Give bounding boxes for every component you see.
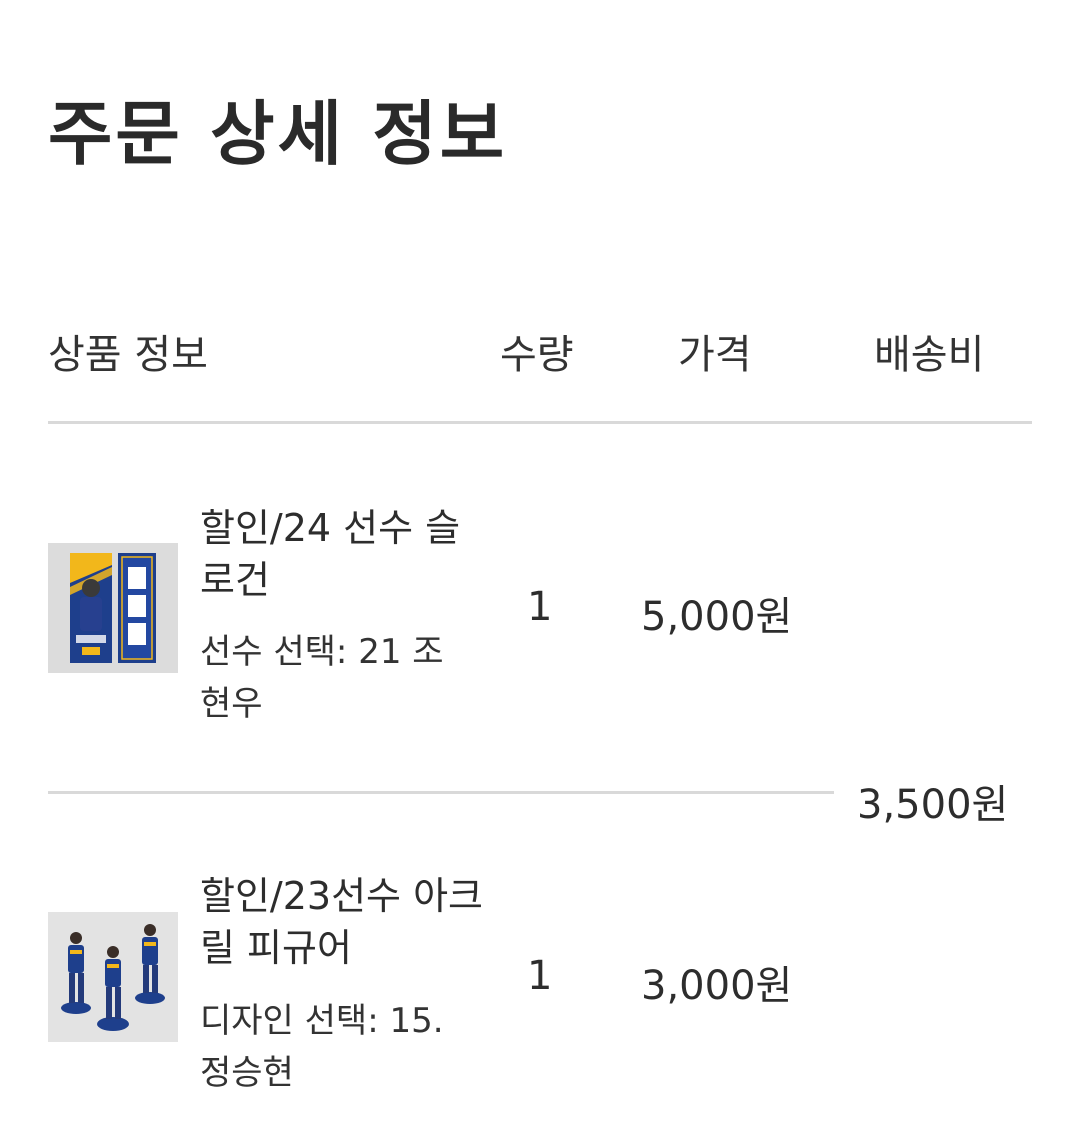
player-slogan-towel-image: [48, 543, 178, 673]
item-price: 5,000원: [641, 594, 793, 640]
product-name[interactable]: 할인/23선수 아크릴 피규어: [200, 870, 490, 974]
product-option: 선수 선택: 21 조현우: [200, 632, 444, 724]
acrylic-figure-image: [48, 912, 178, 1042]
item-price: 3,000원: [641, 963, 793, 1009]
row-divider: [48, 791, 834, 794]
item-quantity: 1: [527, 584, 553, 630]
header-divider: [48, 421, 1032, 424]
header-shipping: 배송비: [874, 332, 985, 378]
header-product-info: 상품 정보: [48, 332, 208, 378]
product-thumbnail-figure[interactable]: [48, 912, 178, 1042]
page-title: 주문 상세 정보: [48, 93, 508, 175]
shipping-fee: 3,500원: [857, 782, 1009, 828]
product-option: 디자인 선택: 15. 정승현: [200, 1001, 444, 1093]
product-thumbnail-slogan[interactable]: [48, 543, 178, 673]
header-quantity: 수량: [500, 332, 574, 378]
header-price: 가격: [678, 332, 752, 378]
item-quantity: 1: [527, 953, 553, 999]
product-name[interactable]: 할인/24 선수 슬로건: [200, 502, 490, 606]
